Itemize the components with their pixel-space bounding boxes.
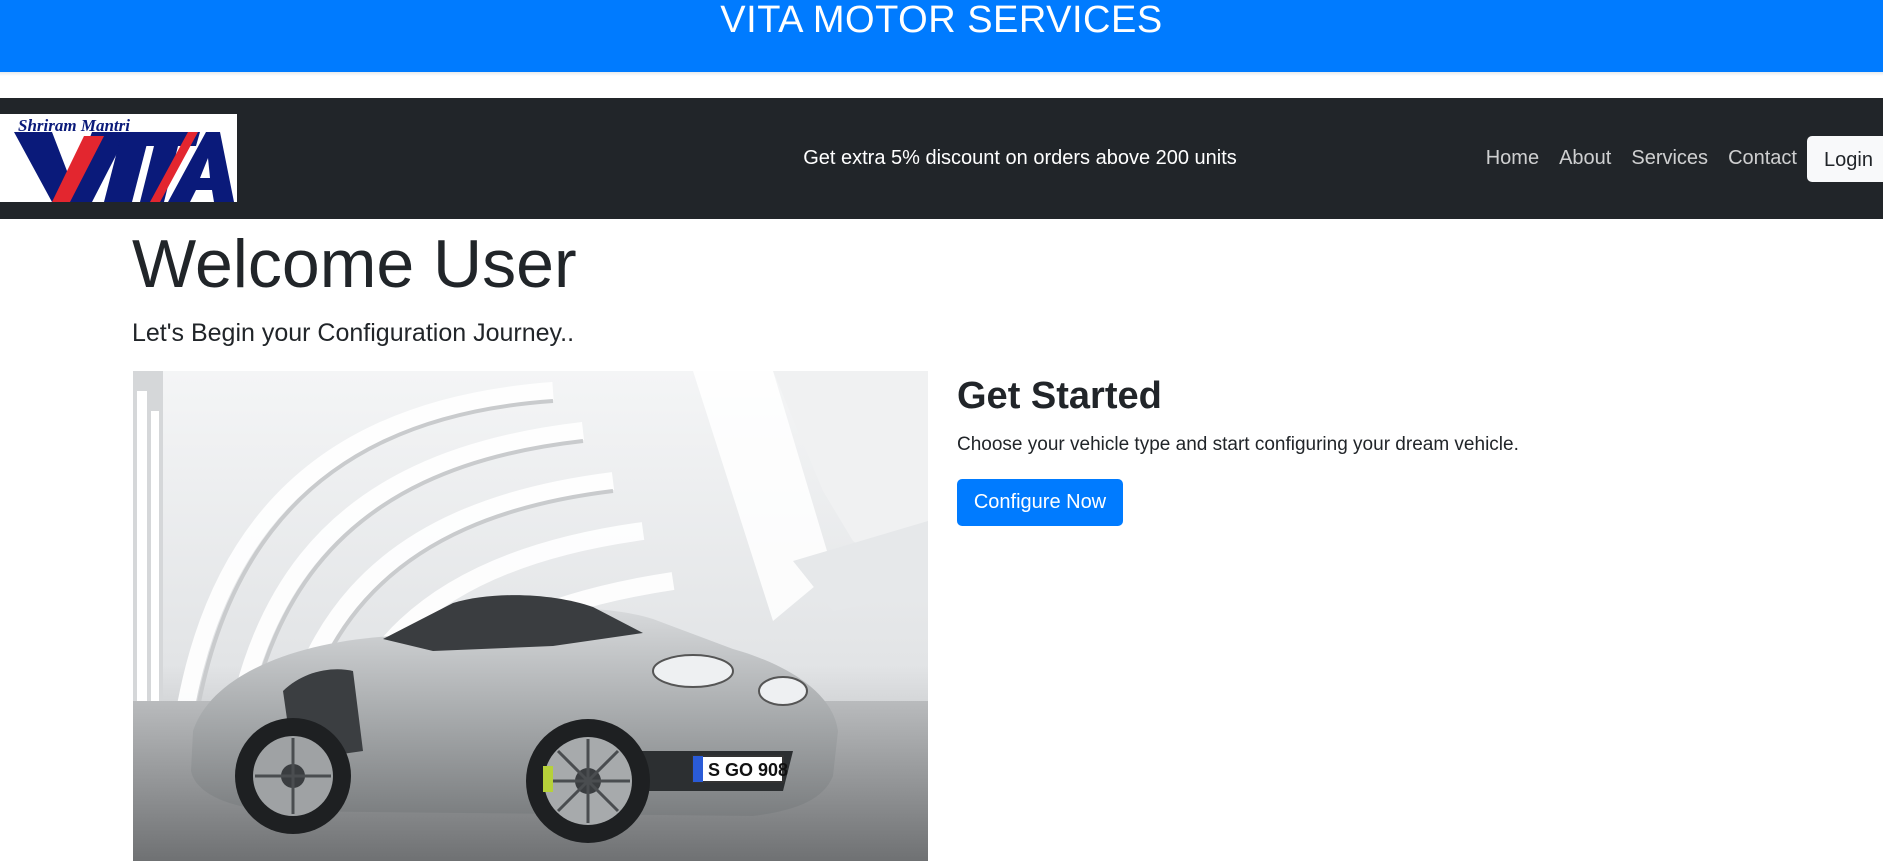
nav-links: Home About Services Contact Login [1476, 98, 1883, 219]
configure-now-button[interactable]: Configure Now [957, 479, 1123, 526]
car-photo-icon: S GO 908 [133, 371, 928, 861]
vita-logo-icon: Shriram Mantri [0, 114, 237, 202]
nav-link-about[interactable]: About [1549, 147, 1621, 170]
site-title: VITA MOTOR SERVICES [720, 0, 1163, 41]
nav-link-home[interactable]: Home [1476, 147, 1549, 170]
license-plate-text: S GO 908 [708, 760, 788, 780]
hero-car-image: S GO 908 [133, 371, 928, 861]
nav-link-services[interactable]: Services [1621, 147, 1718, 170]
brand-logo[interactable]: Shriram Mantri [0, 114, 237, 202]
get-started-description: Choose your vehicle type and start confi… [957, 434, 1519, 455]
page-title: Welcome User [132, 226, 577, 302]
logo-tagline: Shriram Mantri [18, 116, 130, 135]
top-navbar: Shriram Mantri Get extra 5% discount on … [0, 98, 1883, 219]
page-subtitle: Let's Begin your Configuration Journey.. [132, 319, 575, 347]
login-button[interactable]: Login [1807, 135, 1883, 182]
get-started-heading: Get Started [957, 375, 1162, 417]
banner-divider [0, 72, 1883, 76]
site-header-banner: VITA MOTOR SERVICES [0, 0, 1883, 72]
nav-link-contact[interactable]: Contact [1718, 147, 1807, 170]
promo-banner-text: Get extra 5% discount on orders above 20… [803, 147, 1237, 169]
